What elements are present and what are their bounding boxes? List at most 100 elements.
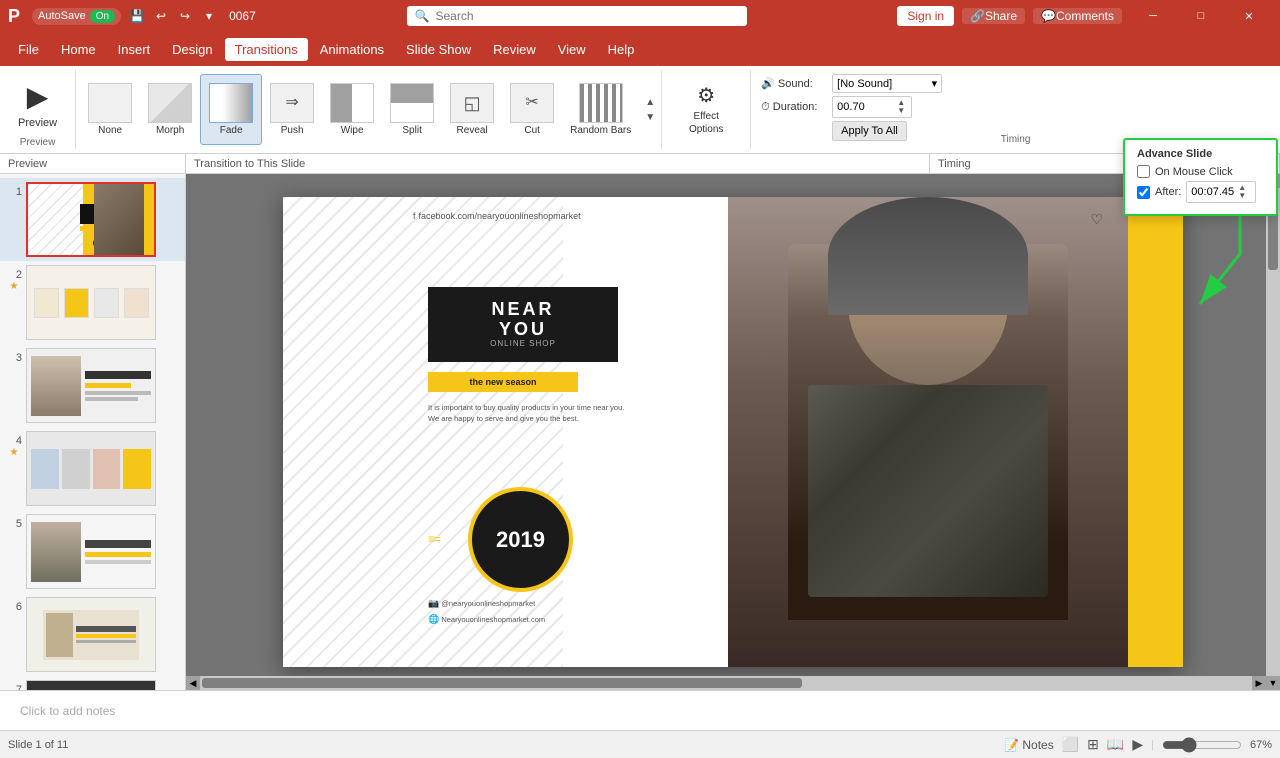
on-mouse-click-label: On Mouse Click xyxy=(1155,166,1233,178)
menu-insert[interactable]: Insert xyxy=(108,38,161,61)
slide-thumb-7[interactable]: 7 ★ xyxy=(0,676,185,690)
sound-dropdown-icon[interactable]: ▾ xyxy=(932,77,938,90)
transition-cut[interactable]: ✂ Cut xyxy=(502,74,562,145)
scroll-right-button[interactable]: ▶ xyxy=(1252,676,1266,690)
on-mouse-click-checkbox[interactable] xyxy=(1137,165,1150,178)
save-button[interactable]: 💾 xyxy=(129,8,145,24)
slide-sorter-button[interactable]: ⊞ xyxy=(1087,736,1099,753)
transition-morph-icon xyxy=(148,83,192,123)
reading-view-button[interactable]: 📖 xyxy=(1107,736,1124,753)
menu-transitions[interactable]: Transitions xyxy=(225,38,308,61)
comments-button[interactable]: 💬 Comments xyxy=(1033,8,1122,24)
slide-lines-decoration: ≡= xyxy=(428,532,440,546)
slide-title: NEAR YOU ONLINE SHOP xyxy=(490,300,556,348)
menu-animations[interactable]: Animations xyxy=(310,38,394,61)
timing-group-label: Timing xyxy=(1001,134,1031,145)
slide-thumb-4[interactable]: 4 ★ xyxy=(0,427,185,510)
transitions-scroll: None Morph Fade ⇒ Push Wipe xyxy=(80,74,639,145)
scroll-thumb-horizontal[interactable] xyxy=(202,678,802,688)
sound-icon: 🔊 xyxy=(761,77,775,90)
transition-none[interactable]: None xyxy=(80,74,140,145)
transition-reveal[interactable]: ◱ Reveal xyxy=(442,74,502,145)
menu-file[interactable]: File xyxy=(8,38,49,61)
website-url: Nearyouonlineshopmarket.com xyxy=(441,615,545,624)
undo-button[interactable]: ↩ xyxy=(153,8,169,24)
duration-down[interactable]: ▼ xyxy=(895,107,907,115)
fb-url: facebook.com/nearyouonlineshopmarket xyxy=(419,211,581,221)
duration-row: ⏱ Duration: ▲ ▼ xyxy=(761,96,1270,118)
slide-website: 🌐 Nearyouonlineshopmarket.com xyxy=(428,611,545,627)
vertical-scrollbar[interactable]: ▲ ▼ xyxy=(1266,174,1280,690)
redo-button[interactable]: ↪ xyxy=(177,8,193,24)
after-input-box[interactable]: ▲ ▼ xyxy=(1186,181,1256,203)
slide-thumb-2[interactable]: 2 ★ xyxy=(0,261,185,344)
after-checkbox[interactable] xyxy=(1137,186,1150,199)
menu-review[interactable]: Review xyxy=(483,38,546,61)
slide-number-7: 7 xyxy=(6,680,22,690)
menu-slide-show[interactable]: Slide Show xyxy=(396,38,481,61)
preview-button[interactable]: ▶ Preview xyxy=(8,74,67,135)
search-input[interactable] xyxy=(436,9,739,23)
apply-all-button[interactable]: Apply To All xyxy=(832,121,907,141)
menu-design[interactable]: Design xyxy=(162,38,222,61)
slideshow-button[interactable]: ▶ xyxy=(1132,736,1143,753)
transition-none-icon xyxy=(88,83,132,123)
maximize-button[interactable]: □ xyxy=(1178,0,1224,32)
notes-icon: 📝 xyxy=(1004,738,1019,752)
slide-thumb-3[interactable]: 3 ★ xyxy=(0,344,185,427)
menu-view[interactable]: View xyxy=(548,38,596,61)
menu-home[interactable]: Home xyxy=(51,38,106,61)
instagram-icon: 📷 xyxy=(428,598,439,608)
scroll-down-arrow[interactable]: ▼ xyxy=(643,110,657,125)
sound-input[interactable]: [No Sound] ▾ xyxy=(832,74,942,93)
share-button[interactable]: 🔗 Share xyxy=(962,8,1025,24)
preview-icon: ▶ xyxy=(27,80,49,113)
customize-quick-access[interactable]: ▾ xyxy=(201,8,217,24)
minimize-button[interactable]: ─ xyxy=(1130,0,1176,32)
after-value-input[interactable] xyxy=(1191,186,1236,198)
autosave-toggle[interactable]: AutoSave On xyxy=(32,8,121,25)
effect-options-button[interactable]: ⚙ Effect Options xyxy=(670,79,742,140)
transition-push[interactable]: ⇒ Push xyxy=(262,74,322,145)
after-down[interactable]: ▼ xyxy=(1236,192,1248,200)
transition-wipe[interactable]: Wipe xyxy=(322,74,382,145)
normal-view-button[interactable]: ⬜ xyxy=(1062,736,1079,753)
transition-morph-label: Morph xyxy=(156,125,184,136)
slide-number-2: 2 xyxy=(6,265,22,281)
slide-season-text: the new season xyxy=(469,377,536,387)
slide-thumb-preview-2 xyxy=(26,265,156,340)
sign-in-button[interactable]: Sign in xyxy=(897,6,954,26)
horizontal-scrollbar[interactable]: ◀ ▶ xyxy=(186,676,1266,690)
scroll-down-button[interactable]: ▼ xyxy=(1266,676,1280,690)
search-box[interactable]: 🔍 xyxy=(407,6,747,26)
transition-split-label: Split xyxy=(402,125,421,136)
duration-input-box[interactable]: ▲ ▼ xyxy=(832,96,912,118)
title-bar: P AutoSave On 💾 ↩ ↪ ▾ 0067 🔍 Sign in 🔗 S… xyxy=(0,0,1280,32)
search-icon: 🔍 xyxy=(415,9,430,23)
duration-input[interactable] xyxy=(837,101,892,113)
slide-photo-person xyxy=(728,197,1128,667)
slide-thumb-1[interactable]: 1 ★ xyxy=(0,178,185,261)
transition-fade[interactable]: Fade xyxy=(200,74,262,145)
slide-thumb-5[interactable]: 5 ★ xyxy=(0,510,185,593)
transitions-group: None Morph Fade ⇒ Push Wipe xyxy=(76,70,662,149)
zoom-slider[interactable] xyxy=(1162,737,1242,753)
scroll-left-button[interactable]: ◀ xyxy=(186,676,200,690)
slide-canvas: f facebook.com/nearyouonlineshopmarket ♡… xyxy=(283,197,1183,667)
transition-morph[interactable]: Morph xyxy=(140,74,200,145)
slide-thumb-preview-4 xyxy=(26,431,156,506)
menu-help[interactable]: Help xyxy=(598,38,645,61)
slide-thumb-6[interactable]: 6 ★ xyxy=(0,593,185,676)
slide-thumb-preview-7 xyxy=(26,680,156,690)
transition-fade-icon xyxy=(209,83,253,123)
title-bar-center: 🔍 xyxy=(256,6,898,26)
transition-random-bars[interactable]: Random Bars xyxy=(562,74,639,145)
transition-split[interactable]: Split xyxy=(382,74,442,145)
notes-button[interactable]: 📝 Notes xyxy=(1004,738,1053,752)
scroll-up-arrow[interactable]: ▲ xyxy=(643,95,657,110)
main-area: 1 ★ 2 ★ xyxy=(0,174,1280,690)
slide-number-4: 4 xyxy=(6,431,22,447)
close-button[interactable]: ✕ xyxy=(1226,0,1272,32)
slide-number-3: 3 xyxy=(6,348,22,364)
notes-bar[interactable]: Click to add notes xyxy=(0,690,1280,730)
